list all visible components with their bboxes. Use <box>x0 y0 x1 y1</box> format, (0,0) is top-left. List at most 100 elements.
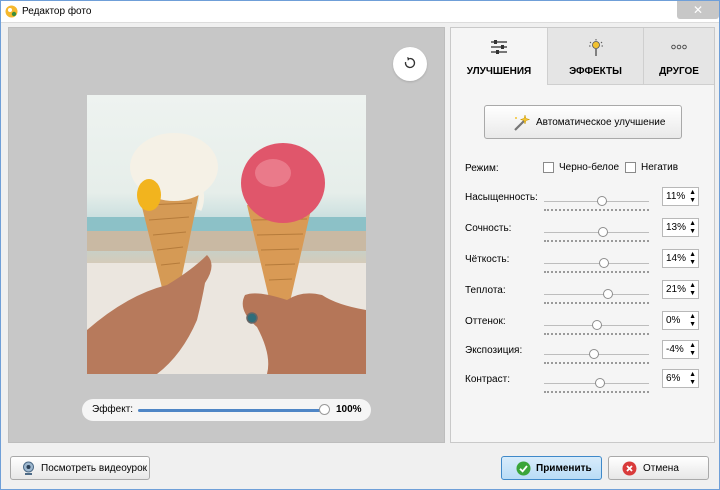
spin-down-icon[interactable]: ▼ <box>689 321 696 328</box>
tab-label: УЛУЧШЕНИЯ <box>466 66 532 77</box>
spin-up-icon[interactable]: ▲ <box>689 313 696 320</box>
spin-up-icon[interactable]: ▲ <box>689 282 696 289</box>
slider-thumb[interactable] <box>594 378 605 388</box>
negative-checkbox[interactable] <box>625 162 636 173</box>
spin-up-icon[interactable]: ▲ <box>689 220 696 227</box>
spin-value: 14% <box>666 253 687 264</box>
photo-editor-window: Редактор фото ✕ Эффект: 100% УЛУЧШЕНИЯ Э… <box>0 0 720 490</box>
more-dots-icon <box>671 42 687 53</box>
title-bar: Редактор фото ✕ <box>1 1 719 23</box>
slider-thumb[interactable] <box>589 349 600 359</box>
slider-label: Насыщенность: <box>465 192 538 203</box>
slider-row-contrast: Контраст: 6% ▲ ▼ <box>465 369 705 400</box>
slider-thumb[interactable] <box>598 258 609 268</box>
cancel-icon <box>622 461 637 479</box>
sliders-icon <box>490 39 508 58</box>
apply-label: Применить <box>536 463 592 474</box>
value-spinbox[interactable]: 11% ▲ ▼ <box>662 187 699 206</box>
slider-thumb[interactable] <box>598 227 609 237</box>
mode-label: Режим: <box>465 163 499 174</box>
auto-enhance-button[interactable]: Автоматическое улучшение <box>484 105 682 139</box>
spin-up-icon[interactable]: ▲ <box>689 371 696 378</box>
grayscale-label[interactable]: Черно-белое <box>559 162 619 173</box>
slider-label: Оттенок: <box>465 316 506 327</box>
spin-value: -4% <box>666 344 684 355</box>
webcam-icon <box>21 461 36 479</box>
preview-area: Эффект: 100% <box>8 27 445 443</box>
spin-down-icon[interactable]: ▼ <box>689 259 696 266</box>
spin-up-icon[interactable]: ▲ <box>689 189 696 196</box>
magic-sparkle-icon <box>587 39 605 60</box>
grayscale-checkbox[interactable] <box>543 162 554 173</box>
spin-value: 13% <box>666 222 687 233</box>
close-window-button[interactable]: ✕ <box>677 1 719 19</box>
watch-video-label: Посмотреть видеоурок <box>41 463 148 474</box>
apply-button[interactable]: Применить <box>501 456 602 480</box>
slider-track[interactable] <box>544 263 649 264</box>
slider-track[interactable] <box>544 294 649 295</box>
tab-effects[interactable]: ЭФФЕКТЫ <box>548 28 644 85</box>
slider-label: Контраст: <box>465 374 510 385</box>
tab-other[interactable]: ДРУГОЕ <box>644 28 714 85</box>
slider-ticks <box>544 209 649 211</box>
editor-content: Эффект: 100% УЛУЧШЕНИЯ ЭФФЕКТЫ ДРУГОЕ Ав… <box>1 23 719 489</box>
slider-label: Экспозиция: <box>465 345 523 356</box>
slider-track[interactable] <box>544 232 649 233</box>
spin-value: 0% <box>666 315 681 326</box>
spin-up-icon[interactable]: ▲ <box>689 251 696 258</box>
mode-row: Режим: Черно-белое Негатив <box>465 161 705 177</box>
effect-slider-track[interactable] <box>138 409 324 412</box>
tab-label: ЭФФЕКТЫ <box>569 66 622 77</box>
slider-row-saturation: Насыщенность: 11% ▲ ▼ <box>465 187 705 218</box>
value-spinbox[interactable]: 21% ▲ ▼ <box>662 280 699 299</box>
effect-strength-control: Эффект: 100% <box>82 399 371 421</box>
rotate-reset-button[interactable] <box>393 47 427 81</box>
effect-label: Эффект: <box>92 404 134 415</box>
effect-slider-thumb[interactable] <box>319 404 330 415</box>
spin-down-icon[interactable]: ▼ <box>689 350 696 357</box>
spin-down-icon[interactable]: ▼ <box>689 228 696 235</box>
slider-ticks <box>544 333 649 335</box>
slider-ticks <box>544 240 649 242</box>
slider-thumb[interactable] <box>602 289 613 299</box>
value-spinbox[interactable]: 14% ▲ ▼ <box>662 249 699 268</box>
tab-label: ДРУГОЕ <box>659 66 699 77</box>
value-spinbox[interactable]: 6% ▲ ▼ <box>662 369 699 388</box>
slider-row-sharpness: Чёткость: 14% ▲ ▼ <box>465 249 705 280</box>
slider-ticks <box>544 302 649 304</box>
slider-ticks <box>544 362 649 364</box>
slider-row-vibrance: Сочность: 13% ▲ ▼ <box>465 218 705 249</box>
slider-label: Чёткость: <box>465 254 510 265</box>
effect-value: 100% <box>336 404 362 415</box>
slider-label: Теплота: <box>465 285 506 296</box>
adjustments-panel: УЛУЧШЕНИЯ ЭФФЕКТЫ ДРУГОЕ Автоматическое … <box>450 27 715 443</box>
value-spinbox[interactable]: 0% ▲ ▼ <box>662 311 699 330</box>
magic-wand-icon <box>512 114 531 135</box>
value-spinbox[interactable]: 13% ▲ ▼ <box>662 218 699 237</box>
auto-enhance-label: Автоматическое улучшение <box>536 117 666 128</box>
value-spinbox[interactable]: -4% ▲ ▼ <box>662 340 699 359</box>
app-icon <box>5 5 18 18</box>
close-icon: ✕ <box>692 3 704 17</box>
spin-value: 11% <box>666 191 686 202</box>
slider-thumb[interactable] <box>597 196 608 206</box>
window-title: Редактор фото <box>22 6 92 17</box>
slider-row-exposure: Экспозиция: -4% ▲ ▼ <box>465 340 705 371</box>
watch-video-button[interactable]: Посмотреть видеоурок <box>10 456 150 480</box>
spin-up-icon[interactable]: ▲ <box>689 342 696 349</box>
spin-down-icon[interactable]: ▼ <box>689 290 696 297</box>
spin-value: 6% <box>666 373 681 384</box>
spin-down-icon[interactable]: ▼ <box>689 379 696 386</box>
slider-thumb[interactable] <box>591 320 602 330</box>
check-icon <box>516 461 531 479</box>
cancel-label: Отмена <box>643 463 679 474</box>
slider-label: Сочность: <box>465 223 512 234</box>
slider-ticks <box>544 391 649 393</box>
tab-enhancements[interactable]: УЛУЧШЕНИЯ <box>451 28 548 85</box>
rotate-icon <box>403 56 417 73</box>
slider-row-tint: Оттенок: 0% ▲ ▼ <box>465 311 705 342</box>
spin-down-icon[interactable]: ▼ <box>689 197 696 204</box>
slider-row-warmth: Теплота: 21% ▲ ▼ <box>465 280 705 311</box>
negative-label[interactable]: Негатив <box>641 162 678 173</box>
cancel-button[interactable]: Отмена <box>608 456 709 480</box>
